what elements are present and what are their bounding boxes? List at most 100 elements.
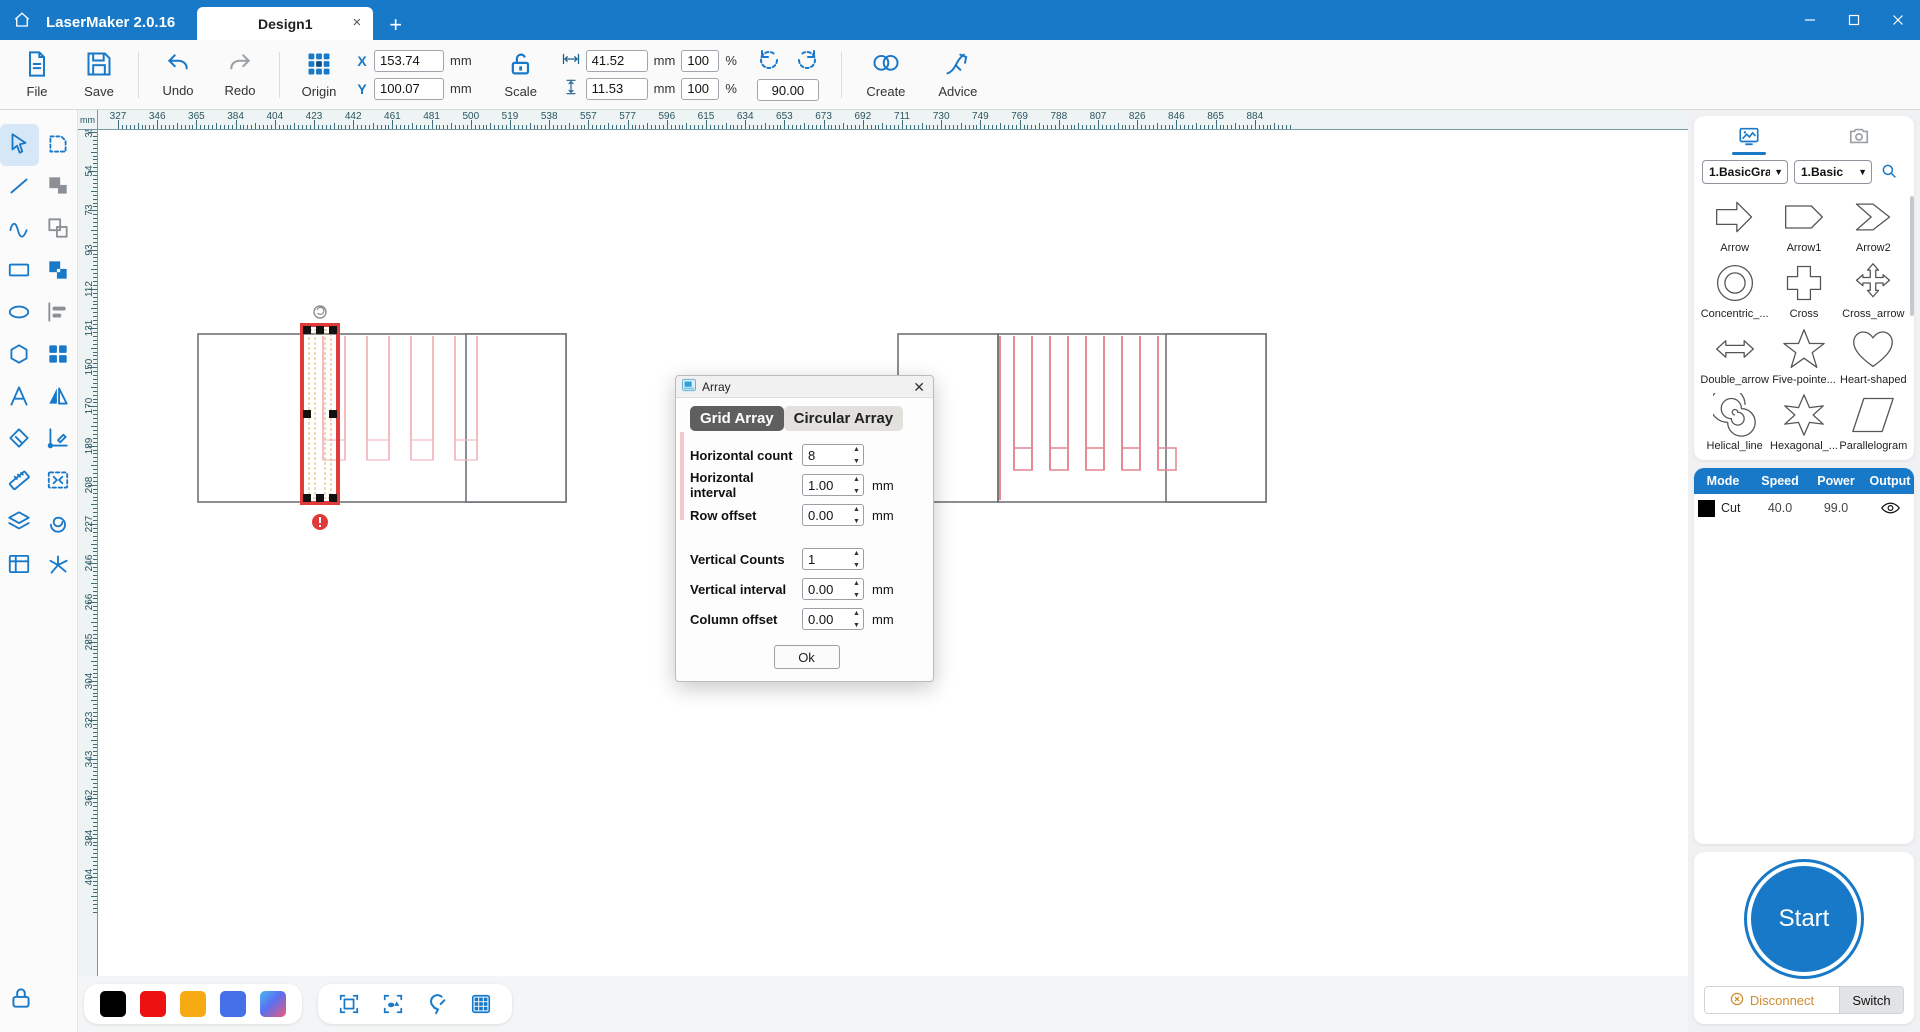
select-frame-icon[interactable] [334, 989, 364, 1019]
canvas-area[interactable]: mm 327 346 365 384 404 423 442 461 481 500 519 538 5… [78, 110, 1688, 1032]
table-tool[interactable] [0, 544, 39, 586]
height-percent-input[interactable] [681, 77, 720, 100]
field-spinner[interactable]: ▲▼ [802, 548, 864, 570]
shape-item-double-headed-arrow[interactable]: Double_arrow [1700, 324, 1769, 388]
spinner-down-icon[interactable]: ▼ [852, 458, 861, 465]
tab-camera[interactable] [1804, 116, 1914, 158]
color-red[interactable] [140, 991, 166, 1017]
spinner-up-icon[interactable]: ▲ [852, 610, 861, 617]
grid-toggle-icon[interactable] [466, 989, 496, 1019]
advice-button[interactable]: Advice [922, 42, 994, 108]
library-scrollbar[interactable] [1910, 196, 1914, 316]
shape-item-heart[interactable]: Heart-shaped [1839, 324, 1908, 388]
new-tab-button[interactable]: + [389, 14, 402, 36]
array-dialog[interactable]: Array ✕ Grid Array Circular Array Horizo… [675, 375, 934, 682]
field-spinner[interactable]: ▲▼ [802, 444, 864, 466]
distribute-tool[interactable] [39, 460, 78, 502]
spinner-up-icon[interactable]: ▲ [852, 580, 861, 587]
tab-grid-array[interactable]: Grid Array [690, 406, 784, 431]
layer-power[interactable]: 99.0 [1808, 501, 1864, 515]
rotate-cw-icon[interactable] [795, 48, 819, 75]
line-tool[interactable] [0, 166, 39, 208]
field-spinner[interactable]: ▲▼ [802, 504, 864, 526]
spinner-up-icon[interactable]: ▲ [852, 446, 861, 453]
create-button[interactable]: Create [850, 42, 922, 108]
undo-button[interactable]: Undo [147, 42, 209, 108]
shape-item-parallelogram[interactable]: Parallelogram [1839, 390, 1908, 454]
shape-item-concentric-circles[interactable]: Concentric_... [1700, 258, 1769, 322]
shape-item-six-pointed-star[interactable]: Hexagonal_... [1769, 390, 1838, 454]
spinner-down-icon[interactable]: ▼ [852, 488, 861, 495]
lock-icon[interactable] [8, 985, 34, 1014]
tab-graphics[interactable] [1694, 116, 1804, 158]
width-input[interactable] [585, 49, 648, 72]
spinner-up-icon[interactable]: ▲ [852, 506, 861, 513]
x-position-input[interactable] [374, 49, 444, 72]
field-spinner[interactable]: ▲▼ [802, 608, 864, 630]
select-tool[interactable] [0, 124, 39, 166]
rotate-ccw-icon[interactable] [757, 48, 781, 75]
magnet-snap-icon[interactable] [422, 989, 452, 1019]
array-tool[interactable] [39, 334, 78, 376]
shape-item-arrow-right-block[interactable]: Arrow [1700, 192, 1769, 256]
category-select[interactable]: 1.BasicGra ▼ [1702, 160, 1788, 184]
spinner-up-icon[interactable]: ▲ [852, 550, 861, 557]
node-edit-tool[interactable] [39, 124, 78, 166]
layer-mode[interactable]: Cut [1694, 499, 1752, 517]
shape-item-five-pointed-star[interactable]: Five-pointe... [1769, 324, 1838, 388]
shape-item-four-way-arrow[interactable]: Cross_arrow [1839, 258, 1908, 322]
select-objects-icon[interactable] [378, 989, 408, 1019]
close-window-icon[interactable] [1876, 0, 1920, 40]
maximize-icon[interactable] [1832, 0, 1876, 40]
layer-speed[interactable]: 40.0 [1752, 501, 1808, 515]
spinner-down-icon[interactable]: ▼ [852, 518, 861, 525]
ellipse-tool[interactable] [0, 292, 39, 334]
ruler-tool[interactable] [0, 460, 39, 502]
measure-angle-tool[interactable] [39, 418, 78, 460]
file-button[interactable]: File [6, 42, 68, 108]
close-icon[interactable]: × [353, 15, 362, 30]
origin-button[interactable]: Origin [288, 42, 350, 108]
shape-item-arrow-pentagon[interactable]: Arrow1 [1769, 192, 1838, 256]
mirror-tool[interactable] [39, 376, 78, 418]
search-icon[interactable] [1880, 162, 1898, 183]
polygon-tool[interactable] [0, 334, 39, 376]
color-gradient[interactable] [260, 991, 286, 1017]
layer-color-swatch[interactable] [1698, 499, 1715, 517]
field-spinner[interactable]: ▲▼ [802, 474, 864, 496]
union-tool[interactable] [39, 166, 78, 208]
spinner-down-icon[interactable]: ▼ [852, 592, 861, 599]
layer-row[interactable]: Cut 40.0 99.0 [1694, 494, 1914, 522]
field-spinner[interactable]: ▲▼ [802, 578, 864, 600]
color-black[interactable] [100, 991, 126, 1017]
ok-button[interactable]: Ok [773, 645, 840, 669]
spinner-down-icon[interactable]: ▼ [852, 562, 861, 569]
subtract-tool[interactable] [39, 208, 78, 250]
tab-circular-array[interactable]: Circular Array [783, 406, 904, 431]
switch-button[interactable]: Switch [1839, 987, 1903, 1013]
color-orange[interactable] [180, 991, 206, 1017]
rotation-angle-input[interactable] [756, 79, 819, 101]
rectangle-tool[interactable] [0, 250, 39, 292]
y-position-input[interactable] [374, 77, 444, 100]
close-icon[interactable]: ✕ [911, 380, 927, 394]
home-icon[interactable] [0, 0, 44, 40]
intersect-tool[interactable] [39, 250, 78, 292]
subcategory-select[interactable]: 1.Basic ▼ [1794, 160, 1872, 184]
explode-tool[interactable] [39, 544, 78, 586]
disconnect-button[interactable]: Disconnect [1705, 987, 1839, 1013]
minimize-icon[interactable] [1788, 0, 1832, 40]
save-button[interactable]: Save [68, 42, 130, 108]
align-tool[interactable] [39, 292, 78, 334]
document-tab-design1[interactable]: Design1 × [197, 7, 374, 40]
curve-tool[interactable] [0, 208, 39, 250]
shape-item-cross-plus[interactable]: Cross [1769, 258, 1838, 322]
redo-button[interactable]: Redo [209, 42, 271, 108]
width-percent-input[interactable] [681, 49, 720, 72]
height-input[interactable] [585, 77, 648, 100]
spinner-down-icon[interactable]: ▼ [852, 622, 861, 629]
start-button[interactable]: Start [1751, 866, 1857, 972]
offset-tool[interactable] [39, 502, 78, 544]
layers-tool[interactable] [0, 502, 39, 544]
text-tool[interactable] [0, 376, 39, 418]
